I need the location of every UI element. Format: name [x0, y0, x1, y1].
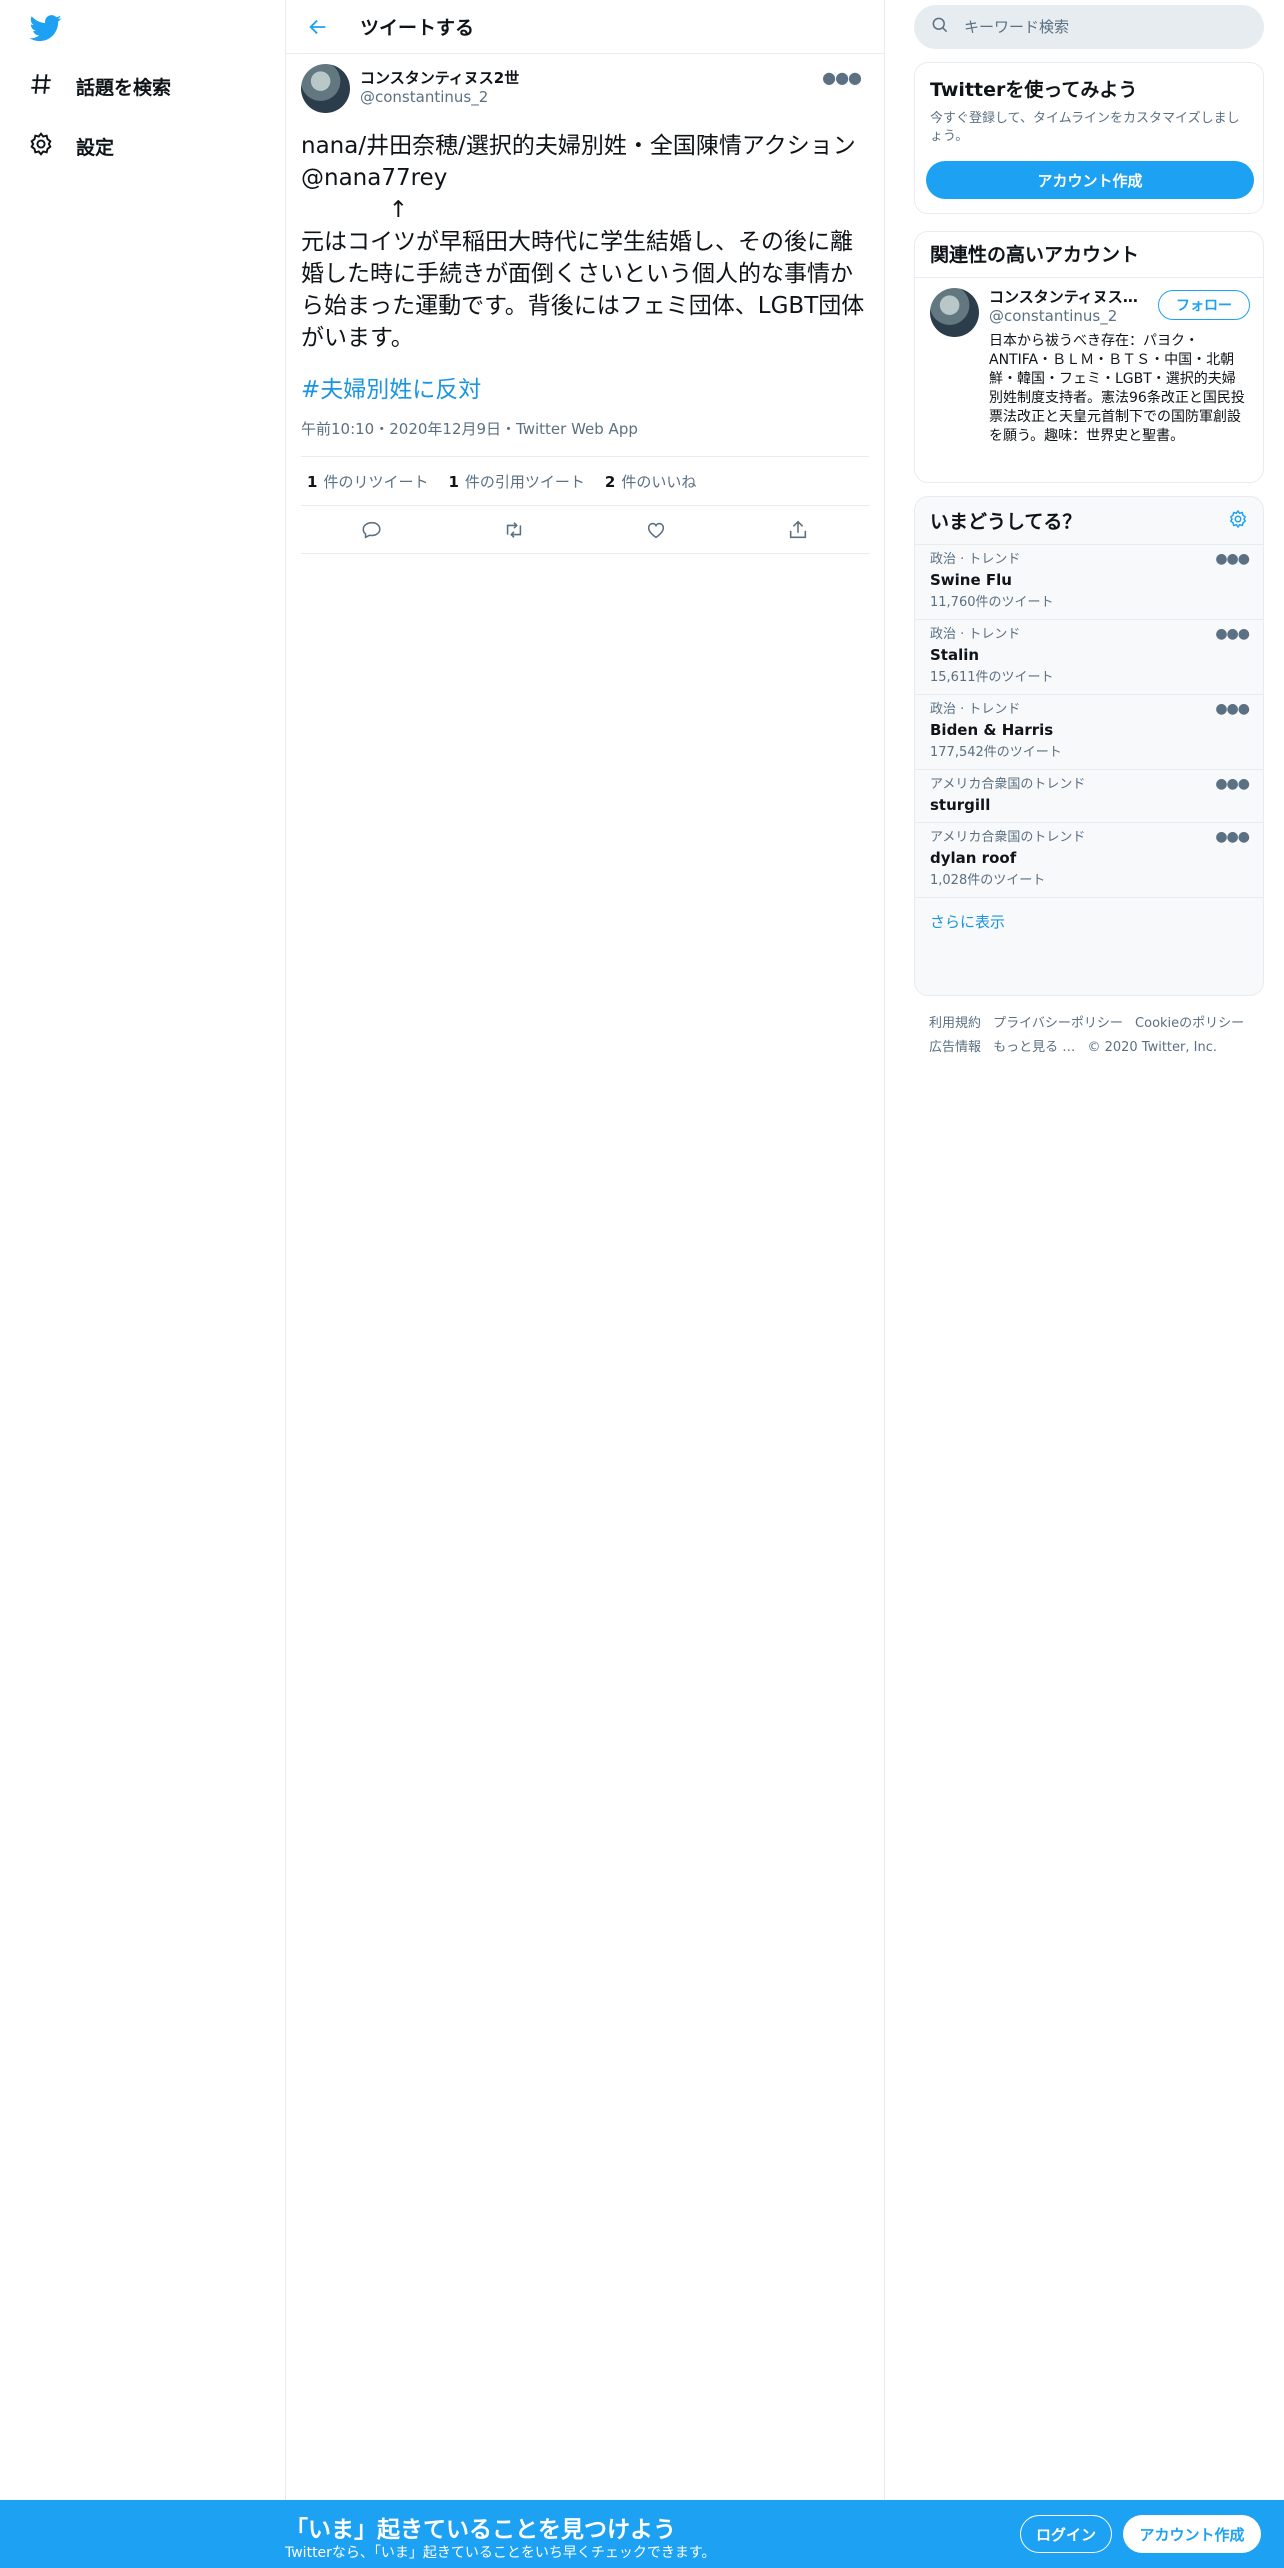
tweet-timestamp[interactable]: 午前10:10・2020年12月9日・: [301, 420, 516, 438]
trends-title: いまどうしてる？: [930, 511, 1082, 533]
related-title: 関連性の高いアカウント: [915, 232, 1263, 278]
tweet-meta: 午前10:10・2020年12月9日・Twitter Web App: [301, 414, 869, 444]
tweet-hashtag-link[interactable]: #夫婦別姓に反対: [301, 374, 869, 406]
signup-card: Twitterを使ってみよう 今すぐ登録して、タイムラインをカスタマイズしましょ…: [914, 62, 1264, 214]
trend-item[interactable]: 政治 · トレンド Stalin 15,611件のツイート ●●●: [915, 620, 1263, 695]
more-dots-icon[interactable]: ●●●: [1215, 701, 1250, 717]
trends-header: いまどうしてる？: [915, 497, 1263, 545]
nav-explore-label: 話題を検索: [76, 76, 172, 99]
retweets-count: 1: [307, 472, 318, 491]
more-dots-icon[interactable]: ●●●: [1215, 776, 1250, 792]
footer-link-terms[interactable]: 利用規約: [929, 1016, 981, 1031]
back-arrow-icon[interactable]: [298, 7, 338, 47]
trend-count: 1,028件のツイート: [930, 873, 1046, 888]
tweet-stats: 1 件のリツイート 1 件の引用ツイート 2 件のいいね: [301, 456, 869, 506]
trend-context: アメリカ合衆国のトレンド: [930, 777, 1086, 792]
quotes-label: 件の引用ツイート: [464, 472, 585, 491]
footer-link-more[interactable]: もっと見る …: [993, 1040, 1075, 1055]
share-icon[interactable]: [779, 511, 817, 549]
tweet-text: nana/井田奈穂/選択的夫婦別姓・全国陳情アクション @nana77rey ↑…: [301, 133, 865, 351]
trend-name: Stalin: [930, 646, 980, 664]
trend-name: Biden & Harris: [930, 721, 1054, 739]
quotes-stat[interactable]: 1 件の引用ツイート: [448, 471, 584, 492]
author-name[interactable]: コンスタンティヌス2世: [360, 69, 519, 88]
trend-count: 11,760件のツイート: [930, 595, 1054, 610]
gear-icon[interactable]: [1228, 509, 1248, 533]
show-more-link[interactable]: さらに表示: [915, 898, 1263, 946]
footer-copyright: © 2020 Twitter, Inc.: [1087, 1040, 1217, 1055]
search-input[interactable]: [962, 17, 1242, 37]
avatar[interactable]: [301, 63, 350, 113]
author-names: コンスタンティヌス2世 @constantinus_2: [360, 69, 519, 107]
follow-button[interactable]: フォロー: [1158, 290, 1250, 320]
avatar[interactable]: [930, 288, 979, 337]
tweet-author: コンスタンティヌス2世 @constantinus_2 ●●●: [301, 54, 869, 122]
likes-label: 件のいいね: [621, 472, 697, 491]
retweets-stat[interactable]: 1 件のリツイート: [307, 471, 428, 492]
create-account-button[interactable]: アカウント作成: [926, 161, 1254, 199]
author-handle[interactable]: @constantinus_2: [360, 88, 519, 107]
trend-name: Swine Flu: [930, 571, 1012, 589]
search-icon: [914, 15, 950, 39]
hashtag-icon: [28, 71, 54, 101]
trend-count: 15,611件のツイート: [930, 670, 1054, 685]
more-dots-icon[interactable]: ●●●: [1215, 626, 1250, 642]
search-bar[interactable]: [914, 5, 1264, 49]
more-dots-icon[interactable]: ●●●: [822, 68, 862, 87]
trend-item[interactable]: 政治 · トレンド Biden & Harris 177,542件のツイート ●…: [915, 695, 1263, 770]
retweet-icon[interactable]: [495, 511, 533, 549]
login-button[interactable]: ログイン: [1020, 2515, 1112, 2553]
likes-stat[interactable]: 2 件のいいね: [605, 471, 696, 492]
retweets-label: 件のリツイート: [323, 472, 429, 491]
page-header: ツイートする: [286, 0, 884, 54]
tweet-actions: [301, 506, 869, 554]
signup-description: 今すぐ登録して、タイムラインをカスタマイズしましょう。: [930, 111, 1240, 144]
trend-item[interactable]: アメリカ合衆国のトレンド dylan roof 1,028件のツイート ●●●: [915, 823, 1263, 898]
trend-context: 政治 · トレンド: [930, 702, 1021, 717]
nav-settings-label: 設定: [76, 136, 115, 159]
tweet-source[interactable]: Twitter Web App: [516, 420, 638, 438]
nav-explore[interactable]: 話題を検索: [28, 66, 171, 106]
trend-item[interactable]: アメリカ合衆国のトレンド sturgill ●●●: [915, 770, 1263, 823]
gear-icon: [28, 131, 54, 161]
reply-icon[interactable]: [353, 511, 391, 549]
tweet-detail: コンスタンティヌス2世 @constantinus_2 ●●● nana/井田奈…: [286, 54, 884, 554]
footer-link-privacy[interactable]: プライバシーポリシー: [993, 1016, 1123, 1031]
trend-count: 177,542件のツイート: [930, 745, 1062, 760]
signup-title: Twitterを使ってみよう: [930, 79, 1138, 101]
like-icon[interactable]: [637, 511, 675, 549]
main-column: ツイートする コンスタンティヌス2世 @constantinus_2 ●●● n…: [285, 0, 885, 2500]
trend-context: 政治 · トレンド: [930, 552, 1021, 567]
related-account-name[interactable]: コンスタンティヌス2...: [989, 288, 1139, 307]
footer-link-cookies[interactable]: Cookieのポリシー: [1135, 1016, 1244, 1031]
footer-link-ads[interactable]: 広告情報: [929, 1040, 981, 1055]
twitter-bird-icon[interactable]: [28, 12, 64, 44]
bottom-bar-title: 「いま」起きていることを見つけよう: [285, 2517, 676, 2543]
likes-count: 2: [604, 472, 616, 491]
trend-name: dylan roof: [930, 849, 1017, 867]
more-dots-icon[interactable]: ●●●: [1215, 829, 1250, 845]
quotes-count: 1: [448, 472, 459, 491]
related-accounts-card: 関連性の高いアカウント コンスタンティヌス2... @constantinus_…: [914, 231, 1264, 483]
trends-card: いまどうしてる？ 政治 · トレンド Swine Flu 11,760件のツイー…: [914, 496, 1264, 996]
page-title: ツイートする: [360, 17, 475, 39]
left-nav: 話題を検索 設定: [0, 0, 285, 2500]
trend-context: 政治 · トレンド: [930, 627, 1021, 642]
footer-links: 利用規約 プライバシーポリシー Cookieのポリシー 広告情報 もっと見る ……: [929, 1012, 1259, 1060]
bottom-create-account-button[interactable]: アカウント作成: [1123, 2515, 1261, 2553]
related-account-bio: 日本から祓うべき存在：パヨク・ANTIFA・ＢＬＭ・ＢＴＳ・中国・北朝鮮・韓国・…: [989, 333, 1245, 444]
trend-item[interactable]: 政治 · トレンド Swine Flu 11,760件のツイート ●●●: [915, 545, 1263, 620]
related-account[interactable]: コンスタンティヌス2... @constantinus_2 日本から祓うべき存在…: [915, 278, 1263, 456]
trend-context: アメリカ合衆国のトレンド: [930, 830, 1086, 845]
trend-name: sturgill: [930, 796, 991, 814]
more-dots-icon[interactable]: ●●●: [1215, 551, 1250, 567]
bottom-signup-bar: 「いま」起きていることを見つけよう Twitterなら、「いま」起きていることを…: [0, 2500, 1284, 2568]
nav-settings[interactable]: 設定: [28, 126, 114, 166]
bottom-bar-subtitle: Twitterなら、「いま」起きていることをいち早くチェックできます。: [285, 2545, 716, 2561]
